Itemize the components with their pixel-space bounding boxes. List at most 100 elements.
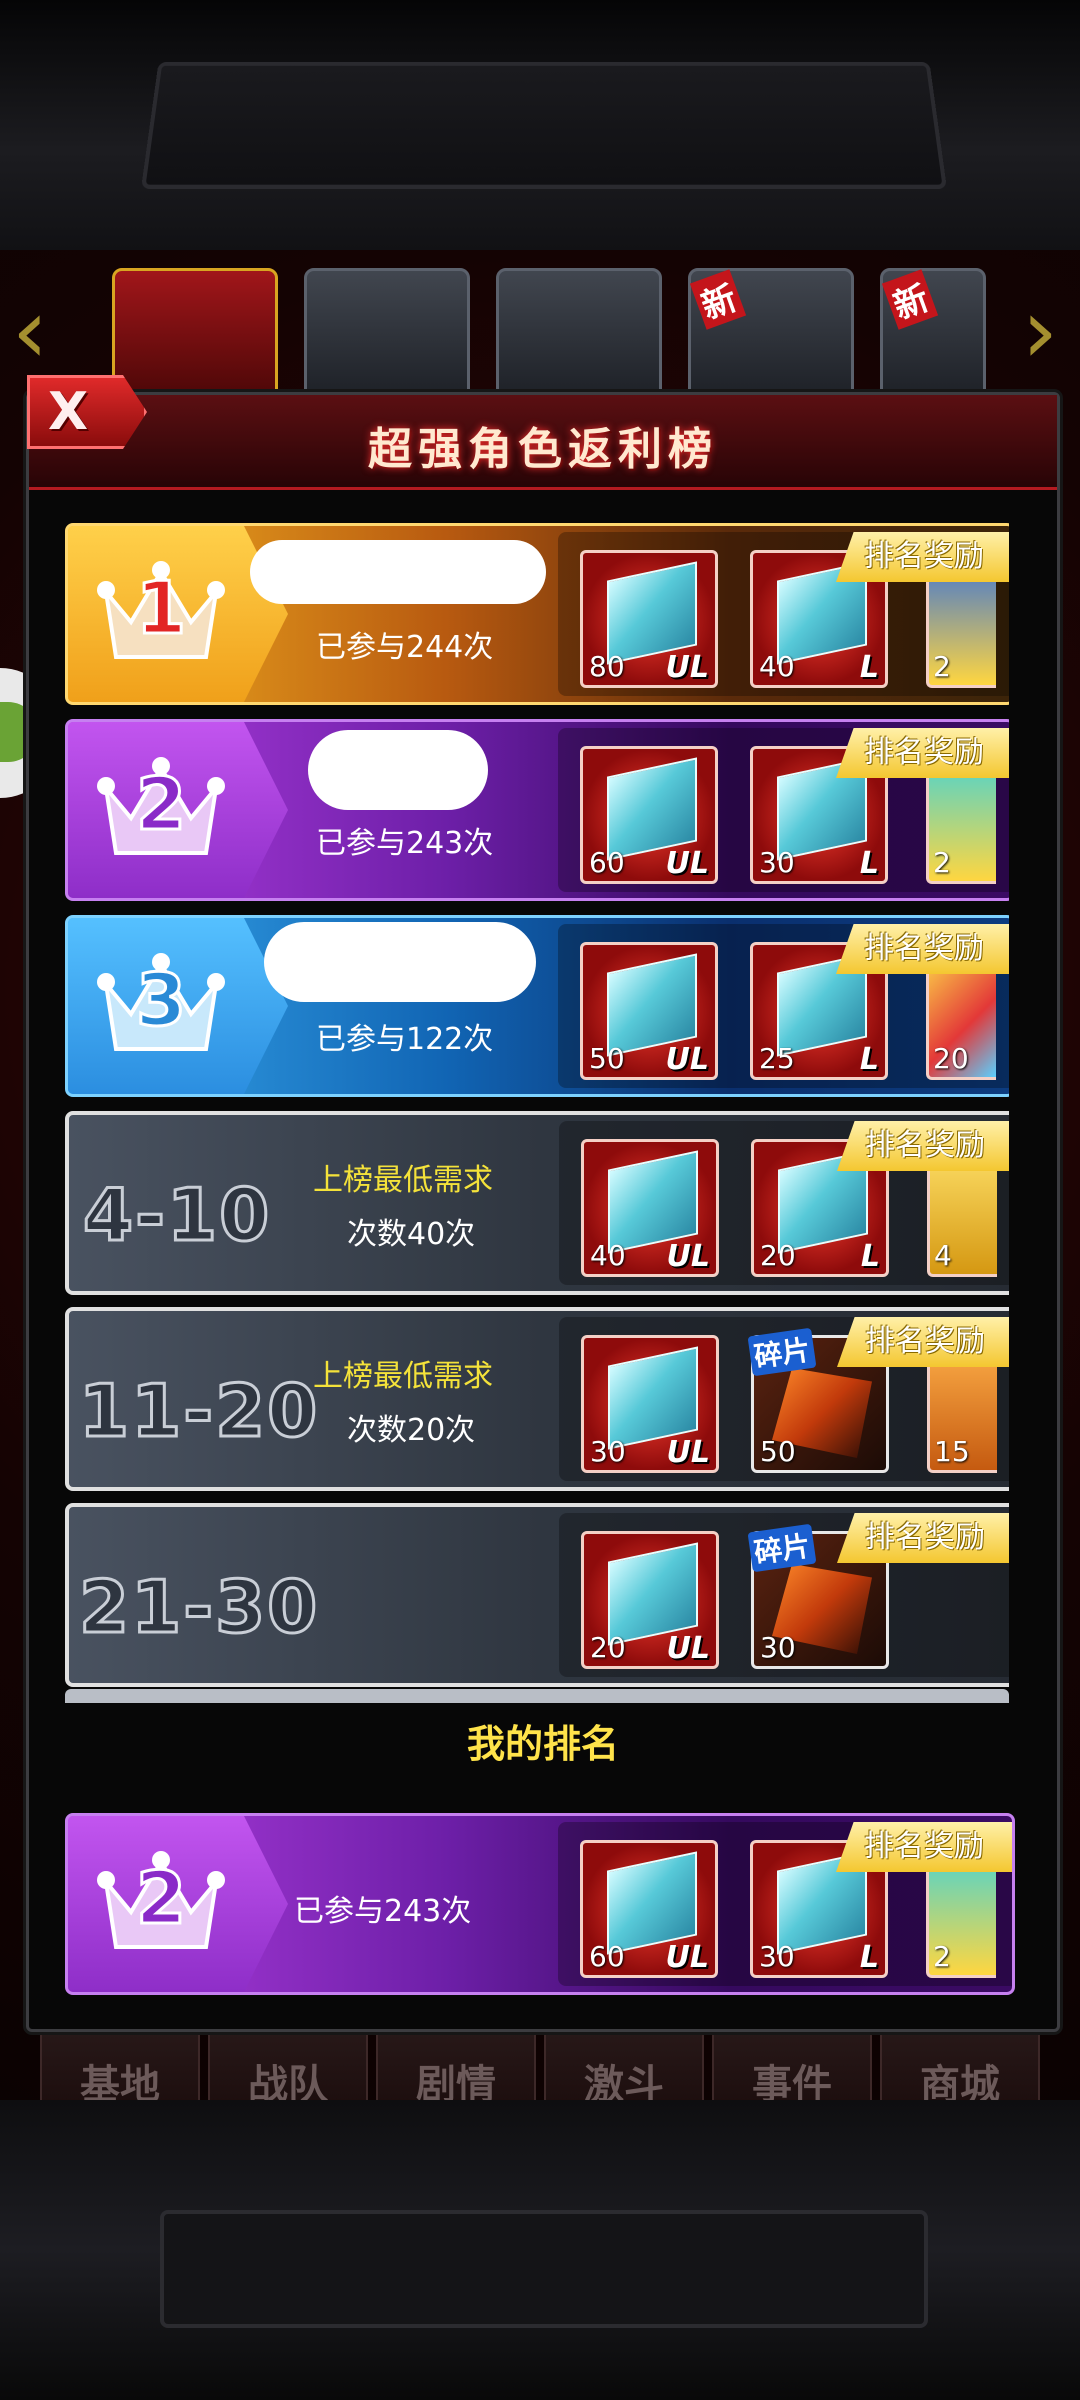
rank-number: 1 (134, 565, 187, 652)
reward-strip[interactable]: 排名奖励 30 UL 碎片 50 15 (559, 1317, 1009, 1481)
reward-qty: 50 (760, 1435, 796, 1468)
reward-tag[interactable]: 排名奖励 (836, 728, 1009, 778)
player-name-redacted (308, 730, 488, 810)
participation-count: 已参与243次 (316, 826, 494, 861)
new-badge: 新 (689, 269, 747, 330)
fragment-label: 碎片 (747, 1327, 817, 1377)
reward-qty: 20 (933, 1042, 969, 1075)
top-bevel (141, 62, 947, 189)
reward-item[interactable]: 80 UL (580, 550, 718, 688)
modal-header: 超强角色返利榜 (29, 395, 1057, 490)
reward-strip[interactable]: 排名奖励 40 UL 20 L 4 (559, 1121, 1009, 1285)
reward-strip[interactable]: 排名奖励 80 UL 40 L 2 (558, 532, 1009, 696)
reward-qty: 2 (933, 846, 951, 879)
reward-tier: L (859, 650, 879, 685)
ranking-modal: 超强角色返利榜 X 1 已参与244次 排名奖励 80 UL 40 L 2 2 (26, 375, 1060, 2032)
participation-count: 已参与243次 (294, 1894, 472, 1929)
reward-item[interactable]: 20 UL (581, 1531, 719, 1669)
reward-tier: UL (666, 1239, 710, 1274)
reward-tier: UL (666, 1435, 710, 1470)
rank-row-3[interactable]: 3 已参与122次 排名奖励 50 UL 25 L 20 (65, 915, 1009, 1097)
reward-tier: L (860, 1239, 880, 1274)
reward-strip[interactable]: 排名奖励 50 UL 25 L 20 (558, 924, 1009, 1088)
participation-count: 已参与122次 (316, 1022, 494, 1057)
reward-strip[interactable]: 排名奖励 60 UL 30 L 2 (558, 1822, 1012, 1986)
rank-range: 21-30 (77, 1564, 320, 1651)
reward-tag[interactable]: 排名奖励 (836, 532, 1009, 582)
top-frame (0, 0, 1080, 250)
reward-tag[interactable]: 排名奖励 (837, 1121, 1009, 1171)
rank-badge: 2 (68, 1816, 288, 1992)
carousel-item[interactable] (496, 268, 662, 402)
requirement-title: 上榜最低需求 (313, 1359, 493, 1394)
carousel-item[interactable]: 新 (880, 268, 986, 402)
carousel-left-arrow-icon[interactable]: ‹ (0, 272, 60, 392)
reward-tier: L (859, 1042, 879, 1077)
rank-row-11-20[interactable]: 11-20 上榜最低需求 次数20次 排名奖励 30 UL 碎片 50 15 (65, 1307, 1009, 1491)
reward-qty: 4 (934, 1239, 952, 1272)
reward-qty: 40 (759, 650, 795, 683)
close-button[interactable]: X (27, 375, 147, 449)
rank-number: 2 (134, 761, 187, 848)
reward-qty: 20 (590, 1631, 626, 1664)
rank-row-2[interactable]: 2 已参与243次 排名奖励 60 UL 30 L 2 (65, 719, 1009, 901)
player-name-redacted (264, 922, 536, 1002)
reward-tier: UL (665, 650, 709, 685)
reward-strip[interactable]: 排名奖励 60 UL 30 L 2 (558, 728, 1009, 892)
reward-qty: 15 (934, 1435, 970, 1468)
reward-item[interactable]: 50 UL (580, 942, 718, 1080)
reward-qty: 25 (759, 1042, 795, 1075)
reward-tier: UL (666, 1631, 710, 1666)
reward-qty: 30 (759, 846, 795, 879)
reward-qty: 20 (760, 1239, 796, 1272)
reward-tag[interactable]: 排名奖励 (837, 1317, 1009, 1367)
my-rank-row[interactable]: 2 已参与243次 排名奖励 60 UL 30 L 2 (65, 1813, 1015, 1995)
reward-tier: UL (665, 1042, 709, 1077)
carousel-item[interactable] (304, 268, 470, 402)
reward-tier: L (859, 846, 879, 881)
reward-qty: 50 (589, 1042, 625, 1075)
reward-tier: UL (665, 1940, 709, 1975)
my-rank-title: 我的排名 (466, 1722, 619, 1766)
carousel-item[interactable] (112, 268, 278, 402)
next-row-peek (65, 1689, 1009, 1703)
reward-tag[interactable]: 排名奖励 (836, 1822, 1012, 1872)
rank-badge: 2 (68, 722, 288, 898)
reward-item[interactable]: 40 UL (581, 1139, 719, 1277)
reward-item[interactable]: 30 UL (581, 1335, 719, 1473)
requirement-title: 上榜最低需求 (313, 1163, 493, 1198)
reward-strip[interactable]: 排名奖励 20 UL 碎片 30 (559, 1513, 1009, 1677)
close-icon: X (48, 382, 89, 442)
reward-item[interactable]: 60 UL (580, 746, 718, 884)
rank-range: 11-20 (77, 1368, 320, 1455)
carousel-right-arrow-icon[interactable]: › (1010, 272, 1070, 392)
character-carousel: ‹ 新 新 › (0, 262, 1080, 402)
reward-tier: L (859, 1940, 879, 1975)
reward-item[interactable]: 60 UL (580, 1840, 718, 1978)
reward-qty: 2 (933, 1940, 951, 1973)
rank-number: 2 (134, 1855, 187, 1942)
rank-row-1[interactable]: 1 已参与244次 排名奖励 80 UL 40 L 2 (65, 523, 1009, 705)
reward-qty: 30 (759, 1940, 795, 1973)
reward-qty: 80 (589, 650, 625, 683)
requirement-value: 次数40次 (347, 1217, 476, 1252)
reward-tier: UL (665, 846, 709, 881)
reward-qty: 60 (589, 1940, 625, 1973)
rank-row-4-10[interactable]: 4-10 上榜最低需求 次数40次 排名奖励 40 UL 20 L 4 (65, 1111, 1009, 1295)
rank-row-21-30[interactable]: 21-30 排名奖励 20 UL 碎片 30 (65, 1503, 1009, 1687)
bottom-bevel (160, 2210, 928, 2328)
reward-qty: 2 (933, 650, 951, 683)
reward-qty: 30 (590, 1435, 626, 1468)
player-name-redacted (250, 540, 546, 604)
ranking-list[interactable]: 1 已参与244次 排名奖励 80 UL 40 L 2 2 已参与243次 排名奖励… (65, 523, 1009, 1703)
reward-tag[interactable]: 排名奖励 (836, 924, 1009, 974)
reward-tag[interactable]: 排名奖励 (837, 1513, 1009, 1563)
participation-count: 已参与244次 (316, 630, 494, 665)
my-rank-container: 2 已参与243次 排名奖励 60 UL 30 L 2 (65, 1813, 1015, 1995)
rank-range: 4-10 (81, 1172, 272, 1259)
reward-qty: 40 (590, 1239, 626, 1272)
fragment-label: 碎片 (747, 1523, 817, 1573)
carousel-item[interactable]: 新 (688, 268, 854, 402)
reward-qty: 30 (760, 1631, 796, 1664)
bottom-frame (0, 2100, 1080, 2400)
